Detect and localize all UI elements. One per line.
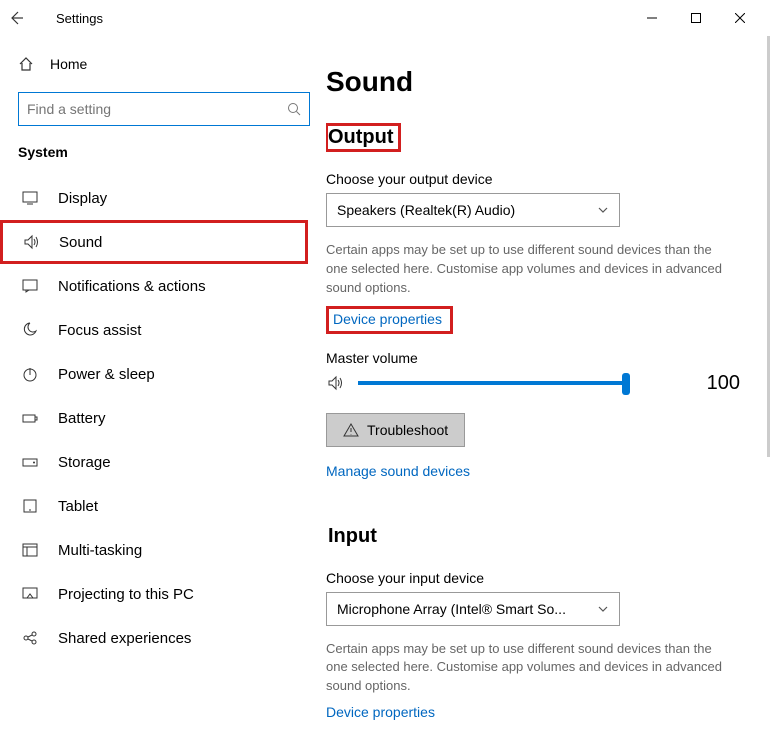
- search-box[interactable]: [18, 92, 310, 126]
- window-title: Settings: [56, 11, 103, 26]
- sound-icon: [21, 232, 41, 252]
- output-device-dropdown[interactable]: Speakers (Realtek(R) Audio): [326, 193, 620, 227]
- volume-value: 100: [707, 372, 740, 395]
- multitasking-icon: [20, 540, 40, 560]
- input-caption: Certain apps may be set up to use differ…: [326, 640, 736, 697]
- nav-focus-assist[interactable]: Focus assist: [18, 308, 326, 352]
- chevron-down-icon: [597, 603, 609, 615]
- search-input[interactable]: [27, 101, 287, 117]
- output-heading: Output: [326, 124, 400, 151]
- projecting-icon: [20, 584, 40, 604]
- nav-display[interactable]: Display: [18, 176, 326, 220]
- main-panel: Sound Output Choose your output device S…: [326, 36, 770, 737]
- nav-tablet[interactable]: Tablet: [18, 484, 326, 528]
- back-button[interactable]: [8, 10, 48, 26]
- output-caption: Certain apps may be set up to use differ…: [326, 241, 736, 298]
- titlebar: Settings: [0, 0, 770, 36]
- tablet-icon: [20, 496, 40, 516]
- nav-sound[interactable]: Sound: [0, 220, 308, 264]
- troubleshoot-button[interactable]: Troubleshoot: [326, 413, 465, 447]
- shared-icon: [20, 628, 40, 648]
- page-title: Sound: [326, 66, 740, 98]
- nav-projecting[interactable]: Projecting to this PC: [18, 572, 326, 616]
- input-heading: Input: [326, 523, 383, 550]
- warning-icon: [343, 422, 359, 438]
- manage-sound-devices-link[interactable]: Manage sound devices: [326, 463, 470, 479]
- input-device-properties-link[interactable]: Device properties: [326, 704, 435, 720]
- output-device-label: Choose your output device: [326, 171, 740, 187]
- sidebar: Home System Display Sound Notifications …: [0, 36, 326, 737]
- nav-notifications[interactable]: Notifications & actions: [18, 264, 326, 308]
- display-icon: [20, 188, 40, 208]
- nav-shared[interactable]: Shared experiences: [18, 616, 326, 660]
- input-device-value: Microphone Array (Intel® Smart So...: [337, 601, 566, 617]
- home-nav[interactable]: Home: [18, 46, 326, 82]
- battery-icon: [20, 408, 40, 428]
- power-icon: [20, 364, 40, 384]
- nav-battery[interactable]: Battery: [18, 396, 326, 440]
- input-device-dropdown[interactable]: Microphone Array (Intel® Smart So...: [326, 592, 620, 626]
- home-icon: [18, 56, 34, 72]
- category-heading: System: [18, 144, 326, 160]
- master-volume-label: Master volume: [326, 350, 740, 366]
- maximize-button[interactable]: [674, 2, 718, 34]
- search-icon: [287, 102, 301, 116]
- minimize-button[interactable]: [630, 2, 674, 34]
- nav-multitasking[interactable]: Multi-tasking: [18, 528, 326, 572]
- storage-icon: [20, 452, 40, 472]
- nav-storage[interactable]: Storage: [18, 440, 326, 484]
- home-label: Home: [50, 56, 87, 72]
- volume-icon[interactable]: [326, 373, 346, 393]
- output-device-properties-link[interactable]: Device properties: [333, 311, 442, 327]
- nav-power[interactable]: Power & sleep: [18, 352, 326, 396]
- input-device-label: Choose your input device: [326, 570, 740, 586]
- output-device-value: Speakers (Realtek(R) Audio): [337, 202, 515, 218]
- chevron-down-icon: [597, 204, 609, 216]
- output-device-properties-highlight: Device properties: [326, 306, 453, 334]
- close-button[interactable]: [718, 2, 762, 34]
- notifications-icon: [20, 276, 40, 296]
- focus-icon: [20, 320, 40, 340]
- volume-slider[interactable]: [358, 381, 665, 385]
- troubleshoot-label: Troubleshoot: [367, 422, 448, 438]
